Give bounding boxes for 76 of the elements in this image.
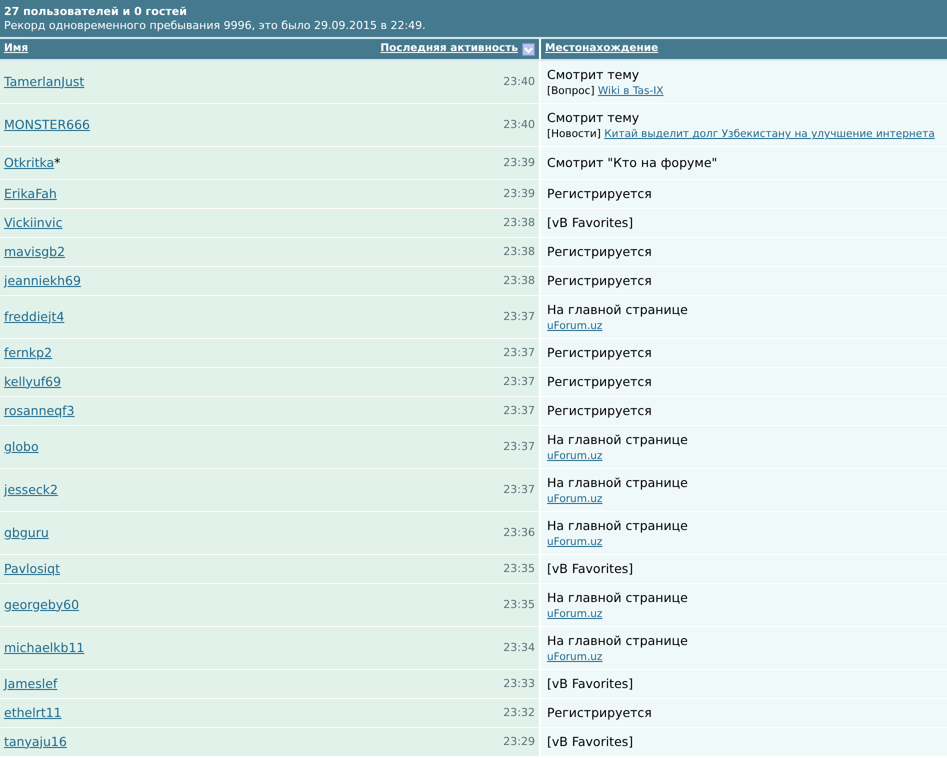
location-link[interactable]: uForum.uz (547, 450, 602, 462)
location-link[interactable]: Wiki в Tas-IX (598, 85, 664, 98)
location-text: На главной странице (547, 588, 689, 607)
username-link[interactable]: Pavlosiqt (4, 560, 60, 576)
username-link[interactable]: fernkp2 (4, 344, 52, 360)
username-link[interactable]: ethelrt11 (4, 704, 62, 720)
username-link[interactable]: tanyaju16 (4, 734, 67, 749)
location-link[interactable]: uForum.uz (547, 493, 602, 506)
location-link[interactable]: uForum.uz (547, 608, 602, 620)
activity-time: 23:33 (503, 676, 535, 692)
location-text: [vB Favorites] (547, 674, 634, 693)
location-text: Регистрируется (547, 344, 653, 362)
username-link[interactable]: TamerlanJust (4, 74, 84, 89)
location-text: [vB Favorites] (547, 214, 634, 232)
activity-time: 23:35 (503, 560, 535, 577)
column-header-link[interactable]: Имя (4, 41, 28, 57)
username-link[interactable]: Vickiinvic (4, 214, 62, 230)
thread-prefix: [Новости] (547, 128, 601, 140)
activity-time: 23:37 (503, 308, 535, 325)
location-text: На главной странице (547, 300, 689, 319)
location-text: Регистрируется (547, 704, 653, 722)
username-link[interactable]: Otkritka (4, 154, 54, 170)
location-text: [vB Favorites] (547, 560, 634, 578)
username-link[interactable]: ErikaFah (4, 186, 57, 201)
activity-time: 23:29 (503, 734, 535, 750)
activity-time: 23:38 (503, 272, 535, 289)
location-text: Смотрит тему (547, 66, 640, 84)
online-count: 27 пользователей и 0 гостей (4, 5, 188, 19)
activity-time: 23:40 (503, 116, 535, 133)
location-text: Регистрируется (547, 402, 653, 420)
username-link[interactable]: rosanneqf3 (4, 402, 75, 418)
location-text: На главной странице (547, 516, 689, 535)
username-link[interactable]: gbguru (4, 524, 49, 540)
location-link[interactable]: uForum.uz (547, 320, 602, 332)
username-link[interactable]: globo (4, 438, 39, 454)
activity-time: 23:37 (503, 482, 535, 498)
username-link[interactable]: georgeby60 (4, 596, 80, 612)
location-text: Смотрит тему (547, 108, 640, 127)
username-link[interactable]: jeanniekh69 (4, 272, 81, 288)
thread-prefix: [Вопрос] (547, 85, 595, 98)
location-text: На главной странице (547, 632, 689, 650)
username-link[interactable]: michaelkb11 (4, 640, 84, 655)
location-text: Регистрируется (547, 184, 653, 203)
username-link[interactable]: Jameslef (4, 676, 58, 691)
location-text: На главной странице (547, 474, 689, 492)
username-link[interactable]: freddiejt4 (4, 308, 64, 324)
location-link[interactable]: uForum.uz (547, 651, 602, 664)
username-link[interactable]: mavisgb2 (4, 244, 66, 259)
invisible-mark: * (54, 154, 60, 170)
activity-time: 23:37 (503, 438, 535, 455)
username-link[interactable]: jesseck2 (4, 482, 58, 497)
activity-time: 23:37 (503, 344, 535, 361)
location-text: Регистрируется (547, 272, 653, 290)
location-link[interactable]: uForum.uz (547, 536, 602, 548)
sort-icon[interactable] (522, 42, 535, 56)
activity-time: 23:37 (503, 374, 535, 390)
username-link[interactable]: kellyuf69 (4, 374, 62, 389)
location-text: [vB Favorites] (547, 732, 634, 751)
activity-time: 23:38 (503, 214, 535, 231)
location-text: Смотрит "Кто на форуме" (547, 154, 718, 172)
activity-time: 23:39 (503, 186, 535, 202)
activity-time: 23:35 (503, 596, 535, 613)
location-text: Регистрируется (547, 242, 653, 261)
location-link[interactable]: Китай выделит долг Узбекистану на улучшение интернета (604, 128, 935, 140)
activity-time: 23:32 (503, 704, 535, 721)
activity-time: 23:38 (503, 244, 535, 260)
column-header-link[interactable]: Последняя активность (380, 41, 518, 57)
activity-time: 23:40 (503, 74, 535, 90)
activity-time: 23:39 (503, 154, 535, 171)
location-text: На главной странице (547, 430, 689, 449)
record-text: Рекорд одновременного пребывания 9996, это было 29.09.2015 в 22:49. (4, 19, 427, 33)
activity-time: 23:36 (503, 524, 535, 541)
username-link[interactable]: MONSTER666 (4, 116, 90, 132)
location-text: Регистрируется (547, 372, 653, 391)
activity-time: 23:34 (503, 640, 535, 656)
activity-time: 23:37 (503, 402, 535, 419)
